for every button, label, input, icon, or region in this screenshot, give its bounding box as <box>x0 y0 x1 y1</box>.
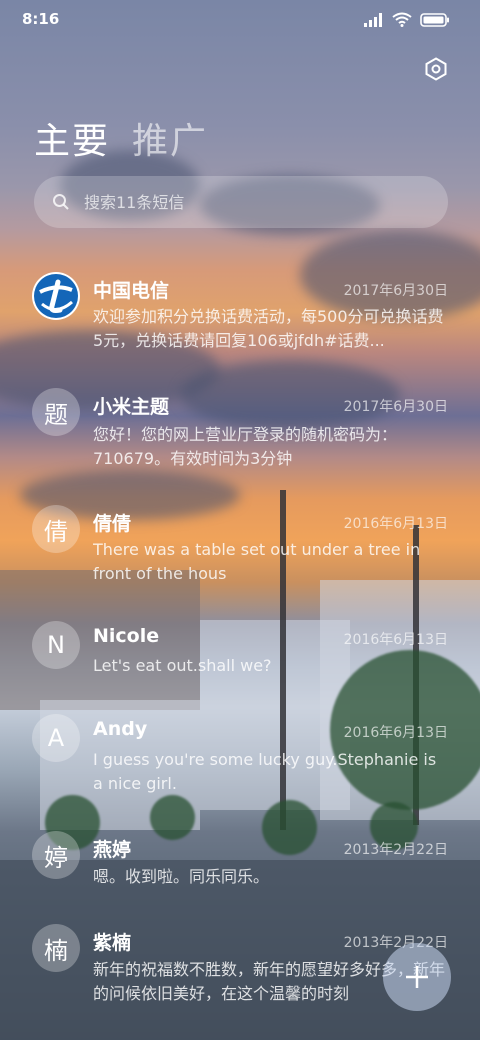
settings-button[interactable] <box>424 57 448 81</box>
wifi-icon <box>392 12 412 27</box>
message-date: 2016年6月13日 <box>343 725 448 741</box>
message-date: 2016年6月13日 <box>343 516 448 532</box>
battery-icon <box>420 12 449 27</box>
message-date: 2013年2月22日 <box>343 842 448 858</box>
search-icon <box>53 194 69 210</box>
sender-name: 中国电信 <box>93 280 170 302</box>
tab-main[interactable]: 主要 <box>34 112 110 164</box>
message-preview: Let's eat out.shall we? <box>93 656 272 675</box>
tab-promotions[interactable]: 推广 <box>132 112 208 164</box>
conversation-item[interactable]: 题 小米主题 2017年6月30日 您好！您的网上营业厅登录的随机密码为：710… <box>0 388 480 488</box>
search-input[interactable] <box>82 191 406 213</box>
signal-icon <box>364 12 382 27</box>
avatar: 楠 <box>32 924 80 972</box>
sender-name: Nicole <box>93 625 160 647</box>
conversation-item[interactable]: N Nicole 2016年6月13日 Let's eat out.shall … <box>0 621 480 691</box>
message-date: 2016年6月13日 <box>343 632 448 648</box>
avatar <box>32 272 80 320</box>
sender-name: 燕婷 <box>93 839 132 861</box>
status-icons <box>364 12 450 27</box>
sender-name: 小米主题 <box>93 396 170 418</box>
message-preview: I guess you're some lucky guy.Stephanie … <box>93 750 437 793</box>
message-date: 2017年6月30日 <box>343 399 448 415</box>
message-date: 2017年6月30日 <box>343 283 448 299</box>
status-bar: 8:16 <box>0 0 480 40</box>
avatar: N <box>32 621 80 669</box>
compose-button[interactable] <box>383 943 451 1011</box>
search-bar[interactable] <box>34 176 448 228</box>
settings-icon <box>425 57 447 81</box>
conversation-item[interactable]: 中国电信 2017年6月30日 欢迎参加积分兑换话费活动，每500分可兑换话费5… <box>0 272 480 372</box>
conversation-item[interactable]: 倩 倩倩 2016年6月13日 There was a table set ou… <box>0 505 480 605</box>
avatar: 婷 <box>32 831 80 879</box>
sender-name: 倩倩 <box>93 513 132 535</box>
avatar: A <box>32 714 80 762</box>
avatar: 题 <box>32 388 80 436</box>
message-preview: 欢迎参加积分兑换话费活动，每500分可兑换话费5元，兑换话费请回复106或jfd… <box>93 307 444 350</box>
plus-icon <box>406 966 428 988</box>
message-preview: 您好！您的网上营业厅登录的随机密码为：710679。有效时间为3分钟 <box>93 425 398 468</box>
conversation-item[interactable]: A Andy 2016年6月13日 I guess you're some lu… <box>0 714 480 814</box>
category-tabs: 主要 推广 <box>34 112 208 164</box>
message-preview: There was a table set out under a tree i… <box>93 540 421 583</box>
sender-name: Andy <box>93 718 148 740</box>
sender-name: 紫楠 <box>93 932 132 954</box>
conversation-item[interactable]: 婷 燕婷 2013年2月22日 嗯。收到啦。同乐同乐。 <box>0 831 480 901</box>
status-time: 8:16 <box>22 10 60 28</box>
avatar: 倩 <box>32 505 80 553</box>
china-telecom-logo-icon <box>34 274 78 318</box>
message-preview: 嗯。收到啦。同乐同乐。 <box>93 867 270 886</box>
